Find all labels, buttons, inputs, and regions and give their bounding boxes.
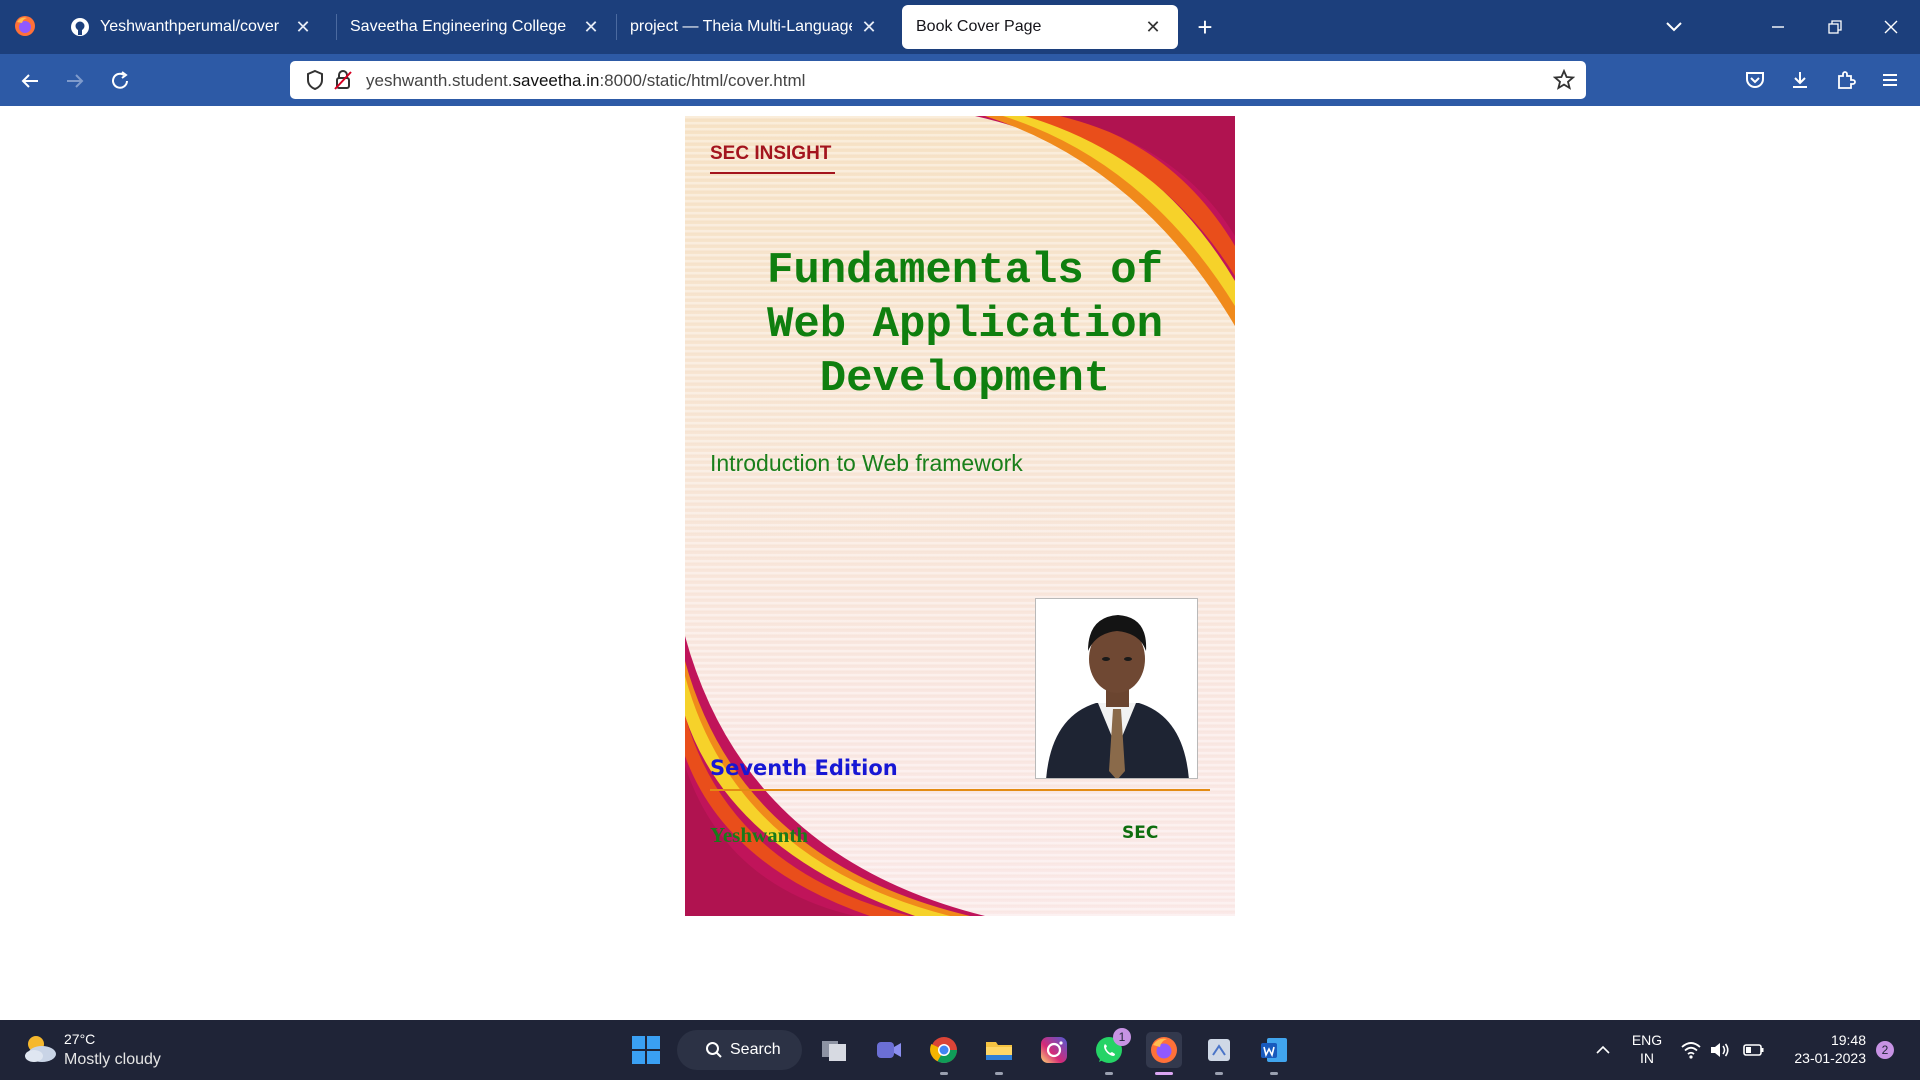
book-subtitle: Introduction to Web framework [710, 450, 1023, 476]
close-icon[interactable]: ✕ [1142, 16, 1164, 38]
close-icon[interactable]: ✕ [292, 16, 314, 38]
author-name: Yeshwanth [710, 823, 809, 847]
tab-github[interactable]: Yeshwanthperumal/cover ✕ [56, 5, 328, 49]
book-title-line: Development [819, 354, 1111, 404]
back-arrow-icon[interactable] [15, 66, 45, 96]
file-explorer-icon[interactable] [981, 1032, 1017, 1075]
show-hidden-icons-chevron-icon[interactable] [1588, 1032, 1618, 1068]
snipping-tool-icon[interactable] [1201, 1032, 1237, 1075]
tab-bar: Yeshwanthperumal/cover ✕ Saveetha Engine… [0, 0, 1920, 54]
reload-icon[interactable] [105, 66, 135, 96]
taskbar-search-button[interactable]: Search [677, 1030, 802, 1070]
extensions-icon[interactable] [1832, 66, 1860, 94]
pocket-icon[interactable] [1741, 66, 1769, 94]
wifi-icon[interactable] [1677, 1032, 1705, 1068]
tab-title: Saveetha Engineering College [350, 18, 567, 35]
clock[interactable]: 19:48 23-01-2023 [1776, 1032, 1866, 1066]
chrome-icon[interactable] [926, 1032, 962, 1075]
weather-temperature[interactable]: 27°C [64, 1031, 95, 1047]
active-indicator [1155, 1072, 1173, 1075]
close-icon[interactable]: ✕ [858, 16, 880, 38]
windows-start-icon[interactable] [628, 1032, 664, 1068]
windows-taskbar: 27°C Mostly cloudy Search 1 ENG IN 19:48… [0, 1020, 1920, 1080]
book-cover: SEC INSIGHT Fundamentals of Web Applicat… [685, 116, 1235, 916]
volume-icon[interactable] [1706, 1032, 1734, 1068]
insecure-lock-icon[interactable] [332, 69, 354, 91]
list-all-tabs-icon[interactable] [1660, 15, 1688, 39]
whatsapp-unread-badge: 1 [1113, 1028, 1131, 1046]
language-code: ENG [1631, 1032, 1663, 1048]
word-icon[interactable] [1256, 1032, 1292, 1075]
new-tab-button[interactable]: + [1190, 13, 1220, 43]
running-indicator [1105, 1072, 1113, 1075]
firefox-taskbar-icon[interactable] [1146, 1032, 1182, 1075]
teams-chat-icon[interactable] [871, 1032, 907, 1068]
tab-title: Yeshwanthperumal/cover [100, 18, 280, 35]
tab-theia[interactable]: project — Theia Multi-Language Ex ✕ [616, 5, 894, 49]
navigation-toolbar: yeshwanth.student.saveetha.in:8000/stati… [0, 54, 1920, 106]
search-icon [705, 1041, 723, 1059]
decorative-swoosh-graphic [685, 116, 1235, 916]
author-photo [1035, 598, 1198, 779]
github-icon [70, 17, 90, 37]
tab-title: Book Cover Page [916, 18, 1042, 35]
url-host: saveetha.in [512, 71, 600, 90]
tab-book-cover[interactable]: Book Cover Page ✕ [902, 5, 1178, 49]
edition-divider [710, 789, 1210, 791]
url-text[interactable]: yeshwanth.student.saveetha.in:8000/stati… [366, 71, 805, 91]
search-label: Search [730, 1041, 781, 1058]
restore-icon[interactable] [1820, 12, 1850, 42]
edition-label: Seventh Edition [710, 756, 898, 780]
language-region: IN [1640, 1050, 1654, 1066]
running-indicator [1215, 1072, 1223, 1075]
publisher-name: SEC [1122, 823, 1159, 843]
firefox-menu-icon[interactable] [12, 13, 38, 39]
bookmark-star-icon[interactable] [1553, 69, 1575, 91]
notification-count-badge[interactable]: 2 [1876, 1041, 1894, 1059]
tab-saveetha[interactable]: Saveetha Engineering College ✕ [336, 5, 616, 49]
running-indicator [1270, 1072, 1278, 1075]
address-bar[interactable]: yeshwanth.student.saveetha.in:8000/stati… [290, 61, 1586, 99]
language-indicator[interactable]: ENG IN [1626, 1032, 1668, 1066]
weather-cloud-icon[interactable] [22, 1032, 58, 1066]
shield-icon[interactable] [304, 69, 326, 91]
url-path: :8000/static/html/cover.html [599, 71, 806, 90]
series-underline [710, 172, 835, 174]
book-title: Fundamentals of Web Application Developm… [715, 244, 1215, 406]
tab-title: project — Theia Multi-Language Ex [630, 18, 852, 35]
instagram-icon[interactable] [1036, 1032, 1072, 1068]
clock-date: 23-01-2023 [1794, 1050, 1866, 1066]
forward-arrow-icon[interactable] [60, 66, 90, 96]
url-prefix: yeshwanth.student. [366, 71, 513, 90]
weather-description[interactable]: Mostly cloudy [64, 1051, 161, 1069]
book-title-line: Fundamentals of [766, 246, 1164, 296]
close-icon[interactable]: ✕ [580, 16, 602, 38]
minimize-icon[interactable] [1763, 12, 1793, 42]
battery-icon[interactable] [1740, 1032, 1768, 1068]
whatsapp-icon[interactable]: 1 [1091, 1028, 1131, 1075]
hamburger-menu-icon[interactable] [1876, 66, 1904, 94]
task-view-icon[interactable] [816, 1032, 852, 1068]
series-label: SEC INSIGHT [710, 143, 832, 164]
clock-time: 19:48 [1830, 1032, 1866, 1048]
download-icon[interactable] [1786, 66, 1814, 94]
running-indicator [995, 1072, 1003, 1075]
book-title-line: Web Application [766, 300, 1164, 350]
close-window-icon[interactable] [1876, 12, 1906, 42]
running-indicator [940, 1072, 948, 1075]
